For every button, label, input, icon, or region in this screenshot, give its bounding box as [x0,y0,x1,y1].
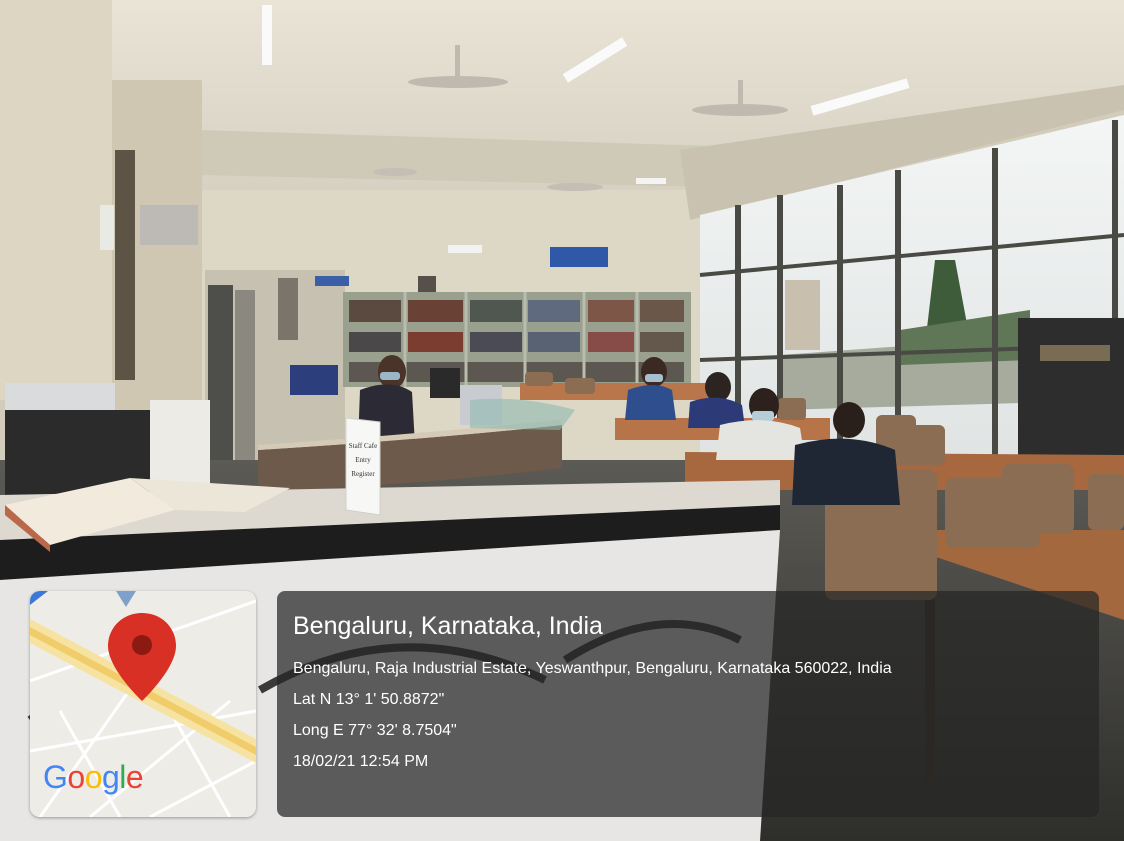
sign-line: Register [351,470,375,478]
wall-sign [550,247,608,267]
tube-light [262,5,272,65]
wall-notice [100,205,114,250]
longitude-readout: Long E 77° 32' 8.7504" [293,722,457,739]
wall-clock [418,276,436,294]
tube-light [636,178,666,184]
logo-letter: o [67,759,85,795]
cabinet [208,285,233,465]
wall-sign [315,276,349,286]
logo-letter: g [101,759,120,795]
monitor [290,365,338,395]
corridor-window [278,278,298,340]
drawer-unit [150,400,210,485]
geotag-info-panel: Bengaluru, Karnataka, India Bengaluru, R… [277,591,1099,817]
wall-box [140,205,198,245]
sign-line: Entry [355,456,371,464]
location-address: Bengaluru, Raja Industrial Estate, Yeswa… [293,660,892,677]
map-thumbnail[interactable]: Google [30,591,256,817]
printer [5,383,115,411]
sign-line: Staff Cafe [349,442,377,450]
cabinet [235,290,255,460]
magazine [1040,345,1110,361]
latitude-readout: Lat N 13° 1' 50.8872" [293,691,445,708]
entry-register-sign [345,417,381,516]
left-pillar [0,0,112,400]
logo-letter: e [125,759,144,795]
wall-sign [448,245,482,253]
logo-letter: l [119,759,126,795]
monitor [430,368,460,398]
logo-letter: G [43,759,68,795]
timestamp: 18/02/21 12:54 PM [293,753,429,770]
display-rack [1018,318,1124,468]
google-logo: Google [43,759,144,795]
doorway [115,150,135,380]
location-title: Bengaluru, Karnataka, India [293,612,603,640]
logo-letter: o [84,759,103,795]
